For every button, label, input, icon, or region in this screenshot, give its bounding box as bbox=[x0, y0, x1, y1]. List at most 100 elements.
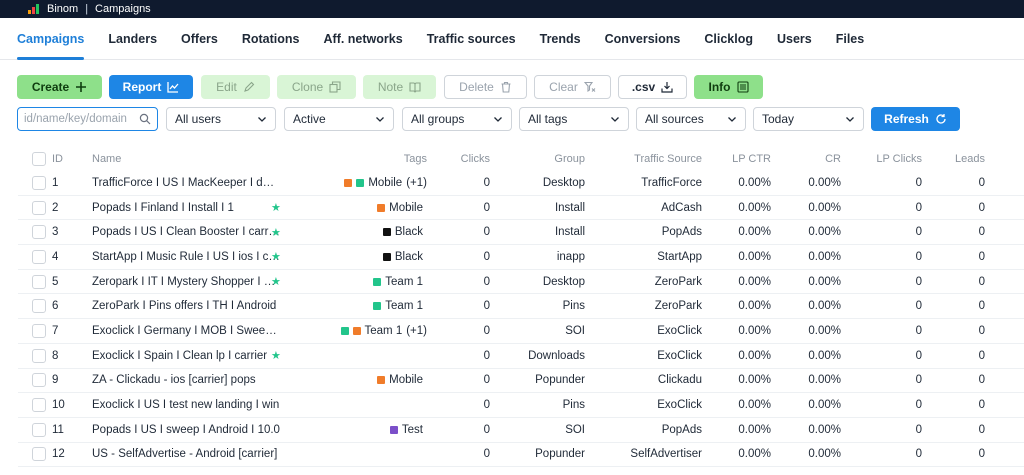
tab-trends[interactable]: Trends bbox=[540, 18, 581, 60]
table-row[interactable]: 2 Popads I Finland I Install I 1 ★ Mobile 0 I… bbox=[18, 196, 1024, 221]
campaign-name-link[interactable]: Exoclick I Germany I MOB I Sweepstakes bbox=[92, 325, 280, 337]
plus-icon bbox=[76, 82, 87, 92]
favorite-star-icon[interactable]: ★ bbox=[271, 196, 281, 220]
row-checkbox[interactable] bbox=[32, 175, 46, 190]
row-checkbox[interactable] bbox=[32, 422, 46, 437]
users-select[interactable]: All users bbox=[166, 107, 276, 131]
campaign-name-link[interactable]: Exoclick I US I test new landing I win bbox=[92, 399, 279, 411]
tags-select[interactable]: All tags bbox=[519, 107, 629, 131]
row-checkbox[interactable] bbox=[32, 348, 46, 363]
table-row[interactable]: 12 US - SelfAdvertise - Android [carrier]… bbox=[18, 443, 1024, 468]
sources-select[interactable]: All sources bbox=[636, 107, 746, 131]
select-all-checkbox[interactable] bbox=[32, 151, 46, 166]
row-checkbox[interactable] bbox=[32, 373, 46, 388]
table-row[interactable]: 3 Popads I US I Clean Booster I carrier ★ B… bbox=[18, 220, 1024, 246]
edit-button[interactable]: Edit bbox=[201, 75, 270, 99]
campaign-name-link[interactable]: Popads I US I sweep I Android I 10.0 bbox=[92, 424, 280, 436]
groups-select[interactable]: All groups bbox=[402, 107, 512, 131]
favorite-star-icon[interactable]: ★ bbox=[271, 245, 281, 269]
row-checkbox[interactable] bbox=[32, 323, 46, 338]
tab-offers[interactable]: Offers bbox=[181, 18, 218, 60]
table-row[interactable]: 4 StartApp I Music Rule I US I ios I carr… bbox=[18, 245, 1024, 270]
tab-campaigns[interactable]: Campaigns bbox=[17, 18, 85, 60]
tag-extra-count[interactable]: (+1) bbox=[406, 325, 427, 337]
cell-tags: Black bbox=[318, 245, 427, 269]
col-id[interactable]: ID bbox=[52, 146, 63, 171]
tab-conversions[interactable]: Conversions bbox=[605, 18, 681, 60]
tab-traffic-sources[interactable]: Traffic sources bbox=[427, 18, 516, 60]
cell-name[interactable]: ZA - Clickadu - ios [carrier] pops bbox=[92, 369, 280, 393]
cell-name[interactable]: Exoclick I Germany I MOB I Sweepstakes bbox=[92, 319, 280, 343]
favorite-star-icon[interactable]: ★ bbox=[271, 270, 281, 294]
row-checkbox[interactable] bbox=[32, 249, 46, 264]
campaign-name-link[interactable]: StartApp I Music Rule I US I ios I carri… bbox=[92, 251, 280, 263]
search-box[interactable] bbox=[17, 107, 158, 131]
date-select[interactable]: Today bbox=[753, 107, 864, 131]
table-row[interactable]: 5 Zeropark I IT I Mystery Shopper I mobil… bbox=[18, 270, 1024, 295]
campaign-name-link[interactable]: US - SelfAdvertise - Android [carrier] bbox=[92, 448, 277, 460]
col-clicks[interactable]: Clicks bbox=[438, 146, 490, 171]
campaign-name-link[interactable]: TrafficForce I US I MacKeeper I desktop bbox=[92, 177, 280, 189]
report-button[interactable]: Report bbox=[109, 75, 193, 99]
delete-button[interactable]: Delete bbox=[444, 75, 527, 99]
cell-group: Popunder bbox=[535, 374, 585, 387]
tab-rotations[interactable]: Rotations bbox=[242, 18, 300, 60]
col-traffic-source[interactable]: Traffic Source bbox=[593, 146, 702, 171]
cell-name[interactable]: Exoclick I Spain I Clean lp I carrier bbox=[92, 344, 280, 368]
row-checkbox[interactable] bbox=[32, 299, 46, 314]
tab-aff-networks[interactable]: Aff. networks bbox=[324, 18, 403, 60]
create-button[interactable]: Create bbox=[17, 75, 102, 99]
tag-extra-count[interactable]: (+1) bbox=[406, 177, 427, 189]
col-cr[interactable]: CR bbox=[778, 146, 841, 171]
table-row[interactable]: 10 Exoclick I US I test new landing I win… bbox=[18, 393, 1024, 418]
cell-name[interactable]: TrafficForce I US I MacKeeper I desktop bbox=[92, 171, 280, 195]
row-checkbox[interactable] bbox=[32, 225, 46, 240]
col-name[interactable]: Name bbox=[92, 146, 280, 171]
col-lp-ctr[interactable]: LP CTR bbox=[708, 146, 771, 171]
row-checkbox[interactable] bbox=[32, 274, 46, 289]
campaign-name-link[interactable]: Popads I US I Clean Booster I carrier bbox=[92, 226, 280, 238]
cell-id: 7 bbox=[52, 324, 59, 337]
table-row[interactable]: 8 Exoclick I Spain I Clean lp I carrier ★ 0… bbox=[18, 344, 1024, 369]
tab-files[interactable]: Files bbox=[836, 18, 865, 60]
row-checkbox[interactable] bbox=[32, 200, 46, 215]
col-lp-clicks[interactable]: LP Clicks bbox=[848, 146, 922, 171]
row-checkbox[interactable] bbox=[32, 398, 46, 413]
info-button[interactable]: Info bbox=[694, 75, 763, 99]
campaign-name-link[interactable]: Zeropark I IT I Mystery Shopper I mobile bbox=[92, 276, 280, 288]
clear-button[interactable]: Clear bbox=[534, 75, 611, 99]
campaign-name-link[interactable]: ZeroPark I Pins offers I TH I Android bbox=[92, 300, 276, 312]
table-row[interactable]: 7 Exoclick I Germany I MOB I Sweepstakes T… bbox=[18, 319, 1024, 344]
cell-name[interactable]: Popads I US I sweep I Android I 10.0 bbox=[92, 418, 280, 442]
col-leads[interactable]: Leads bbox=[928, 146, 985, 171]
cell-name[interactable]: Popads I US I Clean Booster I carrier bbox=[92, 220, 280, 244]
cell-name[interactable]: StartApp I Music Rule I US I ios I carri… bbox=[92, 245, 280, 269]
campaign-name-link[interactable]: Popads I Finland I Install I 1 bbox=[92, 202, 234, 214]
cell-name[interactable]: ZeroPark I Pins offers I TH I Android bbox=[92, 294, 280, 318]
refresh-button[interactable]: Refresh bbox=[871, 107, 960, 131]
csv-export-button[interactable]: .csv bbox=[618, 75, 687, 99]
tab-users[interactable]: Users bbox=[777, 18, 812, 60]
table-row[interactable]: 9 ZA - Clickadu - ios [carrier] pops Mobil… bbox=[18, 369, 1024, 394]
campaign-name-link[interactable]: Exoclick I Spain I Clean lp I carrier bbox=[92, 350, 267, 362]
search-input[interactable] bbox=[24, 113, 134, 125]
table-row[interactable]: 11 Popads I US I sweep I Android I 10.0 Te… bbox=[18, 418, 1024, 443]
favorite-star-icon[interactable]: ★ bbox=[271, 344, 281, 368]
cell-name[interactable]: Popads I Finland I Install I 1 bbox=[92, 196, 280, 220]
status-select[interactable]: Active bbox=[284, 107, 394, 131]
col-tags[interactable]: Tags bbox=[318, 146, 427, 171]
note-button[interactable]: Note bbox=[363, 75, 436, 99]
cell-lp-clicks: 0 bbox=[915, 201, 922, 214]
col-group[interactable]: Group bbox=[498, 146, 585, 171]
table-row[interactable]: 1 TrafficForce I US I MacKeeper I desktop… bbox=[18, 171, 1024, 196]
tab-clicklog[interactable]: Clicklog bbox=[704, 18, 753, 60]
table-row[interactable]: 6 ZeroPark I Pins offers I TH I Android Te… bbox=[18, 294, 1024, 320]
tab-landers[interactable]: Landers bbox=[108, 18, 157, 60]
cell-name[interactable]: US - SelfAdvertise - Android [carrier] bbox=[92, 443, 280, 467]
favorite-star-icon[interactable]: ★ bbox=[271, 220, 281, 244]
campaign-name-link[interactable]: ZA - Clickadu - ios [carrier] pops bbox=[92, 374, 256, 386]
row-checkbox[interactable] bbox=[32, 447, 46, 462]
cell-name[interactable]: Exoclick I US I test new landing I win bbox=[92, 393, 280, 417]
cell-name[interactable]: Zeropark I IT I Mystery Shopper I mobile bbox=[92, 270, 280, 294]
clone-button[interactable]: Clone bbox=[277, 75, 356, 99]
